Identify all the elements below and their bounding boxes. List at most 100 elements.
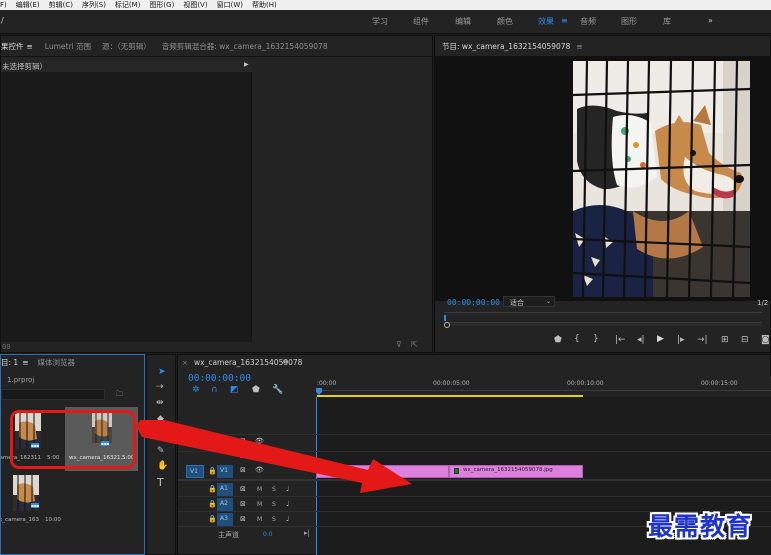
program-monitor-title[interactable]: 节目: wx_camera_1632154059078 [442, 41, 570, 52]
project-item-duration: 10:00 [45, 517, 61, 523]
menu-item[interactable]: 帮助(H) [252, 0, 277, 10]
project-search-input[interactable] [1, 389, 105, 400]
program-timecode[interactable]: 00:00:00:00 [447, 298, 500, 307]
panel-split [251, 72, 252, 342]
playhead-head[interactable] [316, 388, 322, 395]
effect-controls-menu-icon[interactable]: ≡ [27, 42, 33, 51]
linked-selection-icon[interactable]: ◩ [230, 385, 239, 395]
microphone-icon[interactable]: ♩ [286, 515, 289, 523]
new-bin-icon[interactable]: 🗀 [116, 390, 123, 401]
fit-dropdown[interactable]: 适合 ⌄ [503, 296, 555, 307]
menu-item[interactable]: 剪辑(C) [49, 0, 73, 10]
workspace-overflow-icon[interactable]: » [708, 16, 713, 25]
export-frame-icon[interactable]: ◙ [761, 335, 770, 345]
tab-project[interactable]: 目: 1 [1, 357, 18, 368]
menu-item[interactable]: 视图(V) [183, 0, 207, 10]
close-icon[interactable]: × [182, 359, 188, 367]
tab-audio-clip-mixer[interactable]: 音频剪辑混合器: wx_camera_1632154059078 [162, 41, 328, 52]
add-marker-icon[interactable]: ⬟ [252, 385, 260, 395]
settings-wrench-icon[interactable]: 🔧 [272, 385, 283, 395]
master-volume-value[interactable]: 0.0 [263, 531, 273, 538]
program-monitor-panel: 节目: wx_camera_1632154059078 ≡ 00:00:00:0… [434, 35, 771, 353]
menu-item[interactable]: 图形(G) [149, 0, 174, 10]
watermark: 最需教育 [648, 512, 753, 541]
program-frame-image [573, 61, 750, 297]
mark-out-icon[interactable]: } [593, 334, 599, 344]
extract-icon[interactable]: ⊟ [741, 335, 749, 345]
program-monitor-tabs: 节目: wx_camera_1632154059078 ≡ [435, 36, 770, 56]
workspace-tab-graphics[interactable]: 图形 [621, 16, 637, 27]
playhead-marker[interactable] [444, 315, 446, 321]
snap-icon[interactable]: ∩ [211, 385, 218, 395]
zoom-scrollbar[interactable] [444, 322, 762, 326]
track-select-tool-icon[interactable]: ⇢ [156, 382, 164, 392]
selection-tool-icon[interactable]: ➤ [158, 367, 166, 377]
solo-button[interactable]: S [272, 516, 276, 523]
track-target-a3[interactable]: A3 [217, 513, 233, 526]
step-forward-icon[interactable]: |▸ [677, 335, 685, 345]
zoom-handle[interactable] [444, 322, 450, 328]
sequence-menu-icon[interactable]: ≡ [282, 357, 289, 366]
workspace-tab-audio[interactable]: 音频 [580, 16, 596, 27]
project-menu-icon[interactable]: ≡ [22, 358, 28, 367]
track-output-icon[interactable]: ⊠ [240, 500, 246, 508]
step-back-icon[interactable]: ◂| [637, 335, 645, 345]
lift-icon[interactable]: ⊞ [721, 335, 729, 345]
playback-resolution[interactable]: 1/2 [757, 299, 768, 307]
microphone-icon[interactable]: ♩ [286, 500, 289, 508]
track-output-icon[interactable]: ⊠ [240, 515, 246, 523]
go-to-end-icon[interactable]: ▸| [304, 529, 310, 537]
timeline-clip-label: wx_camera_1632154059078.jpg [463, 467, 553, 473]
master-track-label: 主声道 [218, 531, 239, 539]
menu-item[interactable]: 窗口(W) [217, 0, 243, 10]
mute-button[interactable]: M [257, 501, 262, 508]
workspace-tab-effects[interactable]: 效果 [538, 16, 554, 27]
chevron-down-icon: ⌄ [546, 298, 552, 305]
expand-arrow-icon[interactable]: ▶ [244, 61, 249, 68]
project-file-name: 1.prproj [7, 376, 35, 384]
solo-button[interactable]: S [272, 501, 276, 508]
menu-item[interactable]: 序列(S) [82, 0, 106, 10]
ripple-edit-tool-icon[interactable]: ⇹ [156, 398, 164, 408]
lock-icon[interactable]: 🔒 [208, 500, 217, 508]
tab-source-monitor[interactable]: 源：（无剪辑） [102, 41, 151, 52]
scrubber-track[interactable] [444, 312, 762, 313]
effect-controls-panel: 果控件 ≡ Lumetri 范围 源：（无剪辑） 音频剪辑混合器: wx_cam… [0, 35, 433, 353]
menu-item[interactable]: 编辑(E) [16, 0, 40, 10]
workspace-tab-editing[interactable]: 编辑 [455, 16, 471, 27]
add-marker-icon[interactable]: ⬟ [554, 335, 562, 345]
workspace-menu-icon[interactable]: ≡ [561, 16, 568, 25]
workspace-tab-assembly[interactable]: 组件 [413, 16, 429, 27]
menu-item[interactable]: 标记(M) [115, 0, 141, 10]
track-header-a3: 🔒 A3 ⊠ M S ♩ [178, 513, 316, 526]
go-to-in-icon[interactable]: |← [615, 335, 626, 345]
clip-badge: ▪▪▪ [31, 503, 40, 508]
project-item[interactable]: ▪▪▪ wx_camera_163... 10:00 [1, 473, 67, 529]
tab-media-browser[interactable]: 媒体浏览器 [37, 357, 75, 368]
workspace-bar: / 学习 组件 编辑 颜色 效果 ≡ 音频 图形 库 » [0, 10, 771, 34]
timeline-clip[interactable]: wx_camera_1632154059078.jpg [449, 465, 583, 478]
track-target-label: A2 [220, 500, 228, 507]
timeline-timecode[interactable]: 00:00:00:00 [188, 373, 251, 384]
ruler-label: :00:00 [317, 380, 337, 387]
menu-bar: F) 编辑(E) 剪辑(C) 序列(S) 标记(M) 图形(G) 视图(V) 窗口(W) 帮助(… [0, 0, 771, 10]
program-menu-icon[interactable]: ≡ [576, 42, 582, 51]
lock-icon[interactable]: 🔒 [208, 515, 217, 523]
tab-effect-controls[interactable]: 果控件 [1, 41, 24, 52]
mark-in-icon[interactable]: { [574, 334, 580, 344]
master-track-header: 主声道 0.0 ▸| [178, 528, 316, 541]
tab-lumetri-scopes[interactable]: Lumetri 范围 [45, 41, 91, 52]
workspace-tab-color[interactable]: 颜色 [497, 16, 513, 27]
workspace-tab-libraries[interactable]: 库 [663, 16, 671, 27]
mute-button[interactable]: M [257, 516, 262, 523]
play-icon[interactable]: ▶ [657, 334, 664, 344]
go-to-out-icon[interactable]: →| [697, 335, 708, 345]
nest-icon[interactable]: ✲ [192, 385, 200, 395]
annotation-arrow [136, 420, 412, 493]
tab-divider [1, 56, 433, 57]
export-icon[interactable]: ⇱ [411, 340, 418, 349]
filter-icon[interactable]: ⊽ [396, 340, 402, 349]
menu-item[interactable]: F) [0, 1, 7, 9]
time-ruler[interactable]: :00:00 00:00:05:00 00:00:10:00 00:00:15:… [316, 377, 771, 397]
workspace-tab-learn[interactable]: 学习 [372, 16, 388, 27]
